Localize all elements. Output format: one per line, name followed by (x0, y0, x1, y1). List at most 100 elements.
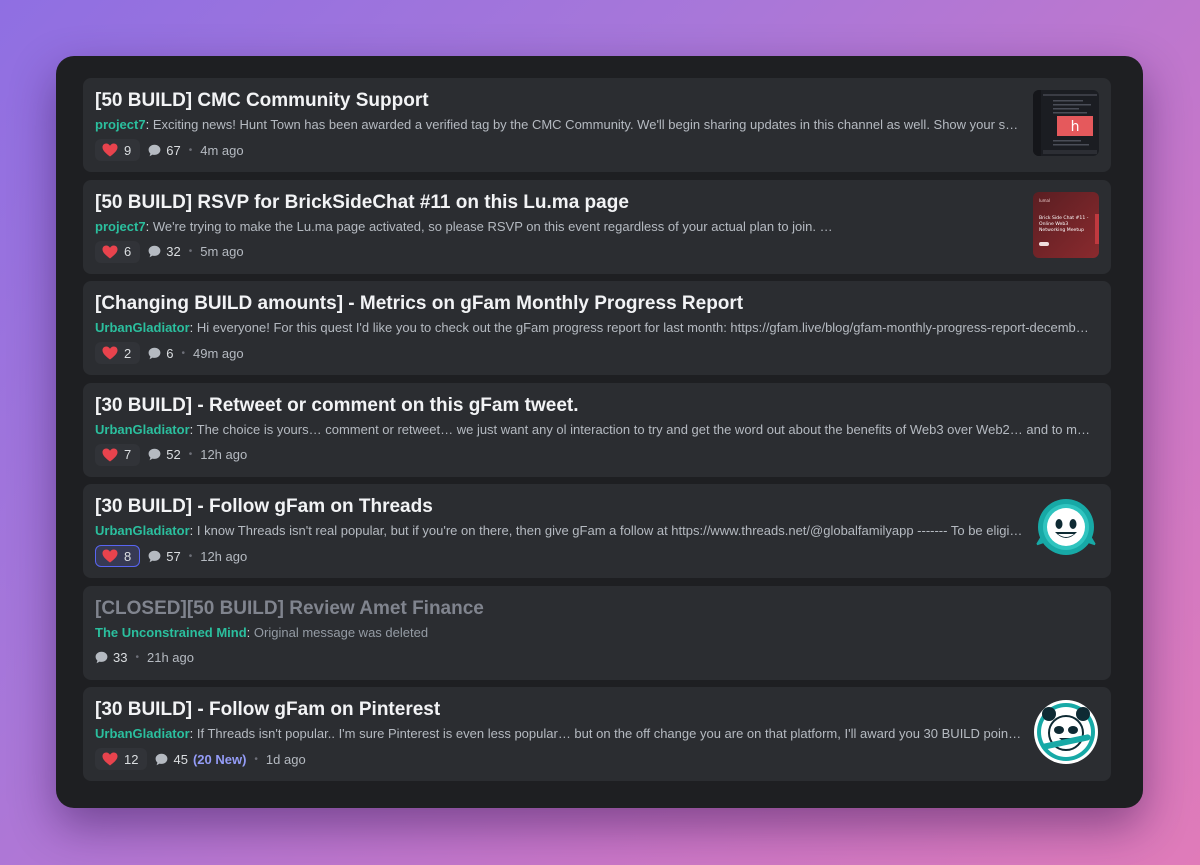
reaction-button[interactable]: 7 (95, 443, 141, 466)
post-title[interactable]: [CLOSED][50 BUILD] Review Amet Finance (95, 598, 1025, 620)
post-title[interactable]: [50 BUILD] CMC Community Support (95, 90, 1025, 112)
reaction-count: 6 (124, 244, 132, 259)
heart-icon (102, 448, 118, 461)
separator-dot: • (188, 449, 193, 460)
reaction-button[interactable]: 12 (95, 748, 148, 770)
post-author[interactable]: project7 (95, 117, 146, 132)
comment-count: 32 (148, 244, 181, 259)
heart-icon (102, 143, 118, 157)
post-timestamp: 49m ago (192, 345, 244, 361)
forum-post[interactable]: [50 BUILD] RSVP for BrickSideChat #11 on… (83, 179, 1111, 274)
post-author[interactable]: project7 (95, 219, 146, 234)
panda-logo-image (1034, 700, 1098, 764)
post-preview: UrbanGladiator: The choice is yours… com… (95, 421, 1095, 438)
comment-bubble-icon (156, 753, 168, 765)
svg-text:Networking Meetup: Networking Meetup (1039, 227, 1084, 233)
post-title[interactable]: [Changing BUILD amounts] - Metrics on gF… (95, 293, 1025, 315)
comment-count: 45 (20 New) (155, 752, 246, 767)
post-timestamp: 21h ago (146, 650, 194, 665)
post-title[interactable]: [30 BUILD] - Follow gFam on Pinterest (95, 699, 1025, 721)
reaction-button-active[interactable]: 8 (95, 545, 141, 567)
forum-post[interactable]: [50 BUILD] CMC Community Support project… (83, 78, 1111, 172)
post-message: We're trying to make the Lu.ma page acti… (152, 218, 833, 234)
post-timestamp: 12h ago (200, 548, 248, 564)
gfam-logo-image (1035, 499, 1097, 555)
comment-count: 33 (95, 650, 127, 665)
post-thumbnail[interactable] (1033, 699, 1099, 765)
forum-post[interactable]: [30 BUILD] - Follow gFam on Threads Urba… (83, 484, 1111, 578)
new-messages-badge: (20 New) (192, 751, 247, 767)
reaction-count: 8 (124, 548, 132, 564)
post-preview: UrbanGladiator: If Threads isn't popular… (95, 725, 1023, 742)
forum-post-closed[interactable]: [CLOSED][50 BUILD] Review Amet Finance T… (83, 585, 1111, 680)
post-meta: 12 45 (20 New) • 1d ago (95, 748, 1095, 770)
separator-dot: • (181, 347, 185, 359)
post-author[interactable]: UrbanGladiator (95, 523, 190, 538)
post-message: Hi everyone! For this quest I'd like you… (196, 320, 1095, 335)
post-timestamp: 5m ago (200, 244, 244, 259)
forum-channel-window: [50 BUILD] CMC Community Support project… (56, 56, 1143, 808)
post-preview: The Unconstrained Mind: Original message… (95, 624, 429, 640)
reaction-button[interactable]: 2 (95, 342, 141, 364)
post-author[interactable]: UrbanGladiator (95, 422, 190, 437)
separator-dot: • (188, 246, 193, 257)
comment-bubble-icon (148, 550, 161, 562)
post-meta: 8 57 • 12h ago (95, 545, 1095, 567)
separator-dot: • (254, 753, 258, 765)
post-message: I know Threads isn't real popular, but i… (196, 523, 1023, 538)
comment-bubble-icon (148, 245, 161, 258)
heart-icon (102, 346, 118, 360)
post-author[interactable]: UrbanGladiator (95, 320, 190, 335)
post-meta: 33 • 21h ago (95, 647, 1095, 669)
svg-text:Brick Side Chat #11 -: Brick Side Chat #11 - (1039, 215, 1089, 221)
post-preview: project7: We're trying to make the Lu.ma… (95, 218, 833, 234)
screenshot-thumbnail-image: h (1033, 90, 1099, 156)
post-message: If Threads isn't popular.. I'm sure Pint… (196, 726, 1023, 741)
post-preview: UrbanGladiator: Hi everyone! For this qu… (95, 319, 1095, 336)
reaction-count: 2 (124, 345, 132, 361)
post-title[interactable]: [30 BUILD] - Retweet or comment on this … (95, 395, 1025, 417)
post-preview: project7: Exciting news! Hunt Town has b… (95, 116, 1023, 133)
forum-post[interactable]: [30 BUILD] - Follow gFam on Pinterest Ur… (83, 687, 1111, 781)
comment-count: 67 (148, 143, 181, 158)
post-message: Exciting news! Hunt Town has been awarde… (152, 117, 1023, 132)
svg-text:h: h (1071, 119, 1080, 135)
reaction-button[interactable]: 6 (95, 240, 141, 263)
heart-icon (102, 245, 118, 258)
separator-dot: • (135, 652, 139, 663)
reaction-count: 12 (124, 751, 139, 767)
comment-count: 6 (148, 346, 173, 361)
comment-count: 52 (148, 447, 181, 462)
post-author[interactable]: UrbanGladiator (95, 726, 190, 741)
post-timestamp: 1d ago (265, 751, 306, 767)
post-thumbnail[interactable] (1033, 496, 1099, 562)
post-meta: 9 67 • 4m ago (95, 139, 1095, 161)
post-meta: 7 52 • 12h ago (95, 443, 1095, 466)
comment-count: 57 (148, 549, 181, 564)
post-thumbnail[interactable]: h (1033, 90, 1099, 156)
reaction-count: 9 (124, 142, 132, 158)
post-meta: 6 32 • 5m ago (95, 240, 1095, 263)
post-meta: 2 6 • 49m ago (95, 342, 1095, 364)
heart-icon (102, 752, 118, 766)
svg-text:Online Web3: Online Web3 (1039, 221, 1068, 227)
post-title[interactable]: [50 BUILD] RSVP for BrickSideChat #11 on… (95, 192, 1025, 214)
event-card-thumbnail-image: lumal Brick Side Chat #11 - Online Web3 … (1033, 191, 1099, 258)
post-timestamp: 12h ago (200, 447, 248, 462)
comment-bubble-icon (148, 448, 161, 461)
separator-dot: • (188, 144, 193, 156)
post-title[interactable]: [30 BUILD] - Follow gFam on Threads (95, 496, 1025, 518)
forum-post[interactable]: [Changing BUILD amounts] - Metrics on gF… (83, 281, 1111, 375)
comment-bubble-icon (95, 651, 108, 664)
post-thumbnail[interactable]: lumal Brick Side Chat #11 - Online Web3 … (1033, 191, 1099, 258)
svg-text:lumal: lumal (1039, 198, 1050, 203)
forum-post[interactable]: [30 BUILD] - Retweet or comment on this … (83, 382, 1111, 477)
post-author[interactable]: The Unconstrained Mind (95, 625, 247, 640)
post-message: Original message was deleted (253, 624, 429, 640)
separator-dot: • (188, 550, 193, 562)
comment-bubble-icon (148, 144, 161, 156)
reaction-count: 7 (124, 447, 132, 462)
post-message: The choice is yours… comment or retweet…… (196, 421, 1095, 437)
post-preview: UrbanGladiator: I know Threads isn't rea… (95, 522, 1023, 539)
reaction-button[interactable]: 9 (95, 139, 141, 161)
